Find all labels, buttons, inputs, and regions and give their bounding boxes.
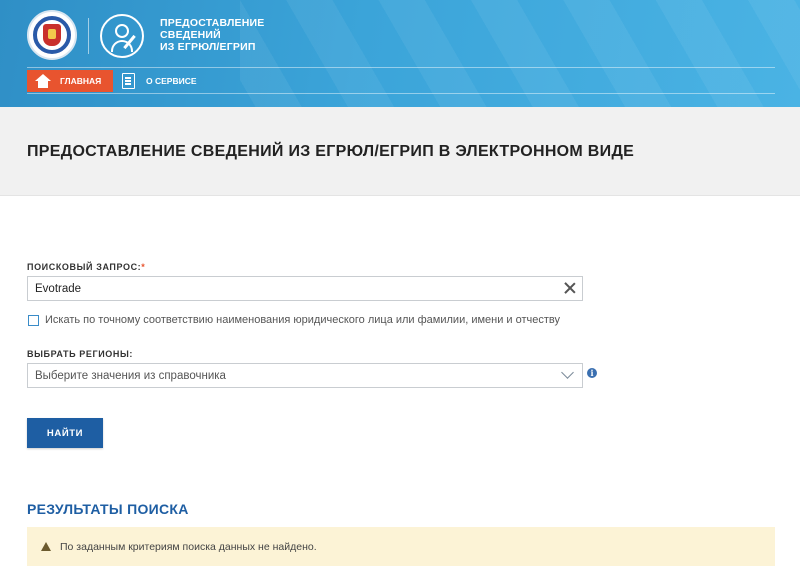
service-title[interactable]: ПРЕДОСТАВЛЕНИЕ СВЕДЕНИЙ ИЗ ЕГРЮЛ/ЕГРИП bbox=[160, 17, 300, 53]
service-icon[interactable] bbox=[100, 14, 144, 58]
find-button[interactable]: НАЙТИ bbox=[27, 418, 103, 448]
home-icon bbox=[35, 74, 51, 88]
required-mark: * bbox=[141, 262, 146, 272]
service-title-line: ПРЕДОСТАВЛЕНИЕ bbox=[160, 17, 265, 29]
search-input[interactable] bbox=[27, 276, 583, 301]
search-label-text: ПОИСКОВЫЙ ЗАПРОС: bbox=[27, 262, 142, 272]
no-results-message: По заданным критериям поиска данных не н… bbox=[60, 540, 317, 553]
header-decoration bbox=[240, 0, 800, 107]
document-icon bbox=[122, 73, 135, 89]
service-title-line: ИЗ ЕГРЮЛ/ЕГРИП bbox=[160, 41, 256, 53]
page-title: ПРЕДОСТАВЛЕНИЕ СВЕДЕНИЙ ИЗ ЕГРЮЛ/ЕГРИП В… bbox=[27, 143, 635, 160]
nav-home-link[interactable]: ГЛАВНАЯ bbox=[27, 70, 113, 92]
info-icon[interactable]: i bbox=[587, 368, 597, 378]
nav-about-link[interactable]: О СЕРВИСЕ bbox=[122, 70, 197, 92]
site-header: ПРЕДОСТАВЛЕНИЕ СВЕДЕНИЙ ИЗ ЕГРЮЛ/ЕГРИП Г… bbox=[0, 0, 800, 107]
exact-match-label[interactable]: Искать по точному соответствию наименова… bbox=[45, 314, 560, 326]
nav-about-label: О СЕРВИСЕ bbox=[146, 76, 197, 86]
region-label: ВЫБРАТЬ РЕГИОНЫ: bbox=[27, 349, 133, 359]
region-select[interactable]: Выберите значения из справочника bbox=[27, 363, 583, 388]
exact-match-checkbox[interactable] bbox=[28, 315, 39, 326]
nav-home-label: ГЛАВНАЯ bbox=[60, 76, 102, 86]
emblem-icon[interactable] bbox=[27, 10, 77, 60]
search-label: ПОИСКОВЫЙ ЗАПРОС:* bbox=[27, 262, 145, 272]
no-results-alert: По заданным критериям поиска данных не н… bbox=[27, 527, 775, 566]
clear-icon[interactable] bbox=[564, 282, 576, 294]
service-title-line: СВЕДЕНИЙ bbox=[160, 29, 221, 41]
header-divider bbox=[88, 18, 89, 54]
results-title: РЕЗУЛЬТАТЫ ПОИСКА bbox=[27, 501, 189, 517]
nav-divider-top bbox=[27, 67, 775, 68]
warning-icon bbox=[41, 542, 51, 551]
nav-divider-bottom bbox=[27, 93, 775, 94]
